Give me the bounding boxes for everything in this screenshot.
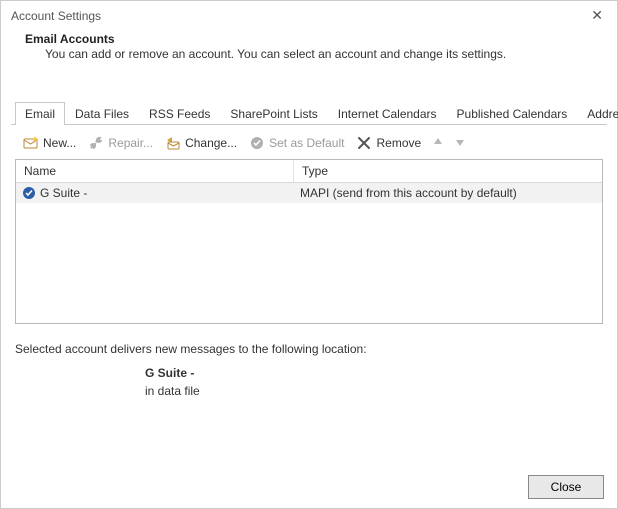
window-title: Account Settings [11, 9, 101, 23]
new-label: New... [43, 136, 76, 150]
tab-internet-calendars[interactable]: Internet Calendars [328, 102, 447, 125]
change-icon [165, 135, 181, 151]
tab-data-files[interactable]: Data Files [65, 102, 139, 125]
repair-label: Repair... [108, 136, 153, 150]
remove-button[interactable]: Remove [352, 133, 425, 153]
delivery-intro: Selected account delivers new messages t… [15, 342, 603, 356]
account-type: MAPI (send from this account by default) [294, 183, 602, 203]
toolbar: New... Repair... Change... Set as Defaul… [1, 125, 617, 159]
remove-label: Remove [376, 136, 421, 150]
default-account-icon [22, 186, 36, 200]
new-icon [23, 135, 39, 151]
new-button[interactable]: New... [19, 133, 80, 153]
page-subtitle: You can add or remove an account. You ca… [25, 47, 607, 61]
tab-sharepoint-lists[interactable]: SharePoint Lists [220, 102, 327, 125]
check-circle-icon [249, 135, 265, 151]
accounts-table: Name Type G Suite - MAPI (send from this… [15, 159, 603, 324]
change-button[interactable]: Change... [161, 133, 241, 153]
change-label: Change... [185, 136, 237, 150]
table-row[interactable]: G Suite - MAPI (send from this account b… [16, 183, 602, 203]
tab-published-calendars[interactable]: Published Calendars [447, 102, 578, 125]
tab-rss-feeds[interactable]: RSS Feeds [139, 102, 220, 125]
column-header-name[interactable]: Name [16, 160, 294, 182]
tab-address-books[interactable]: Address Books [577, 102, 618, 125]
delivery-datafile: in data file [145, 382, 603, 400]
set-default-button: Set as Default [245, 133, 348, 153]
tab-strip: Email Data Files RSS Feeds SharePoint Li… [11, 101, 607, 125]
remove-icon [356, 135, 372, 151]
repair-icon [88, 135, 104, 151]
column-header-type[interactable]: Type [294, 160, 602, 182]
set-default-label: Set as Default [269, 136, 344, 150]
move-up-icon [429, 135, 447, 152]
repair-button: Repair... [84, 133, 157, 153]
close-button[interactable]: Close [528, 475, 604, 499]
delivery-account: G Suite - [145, 364, 603, 382]
account-name: G Suite - [40, 186, 87, 200]
tab-email[interactable]: Email [15, 102, 65, 125]
page-title: Email Accounts [25, 32, 607, 46]
close-icon[interactable]: ✕ [587, 7, 607, 24]
move-down-icon [451, 135, 469, 152]
